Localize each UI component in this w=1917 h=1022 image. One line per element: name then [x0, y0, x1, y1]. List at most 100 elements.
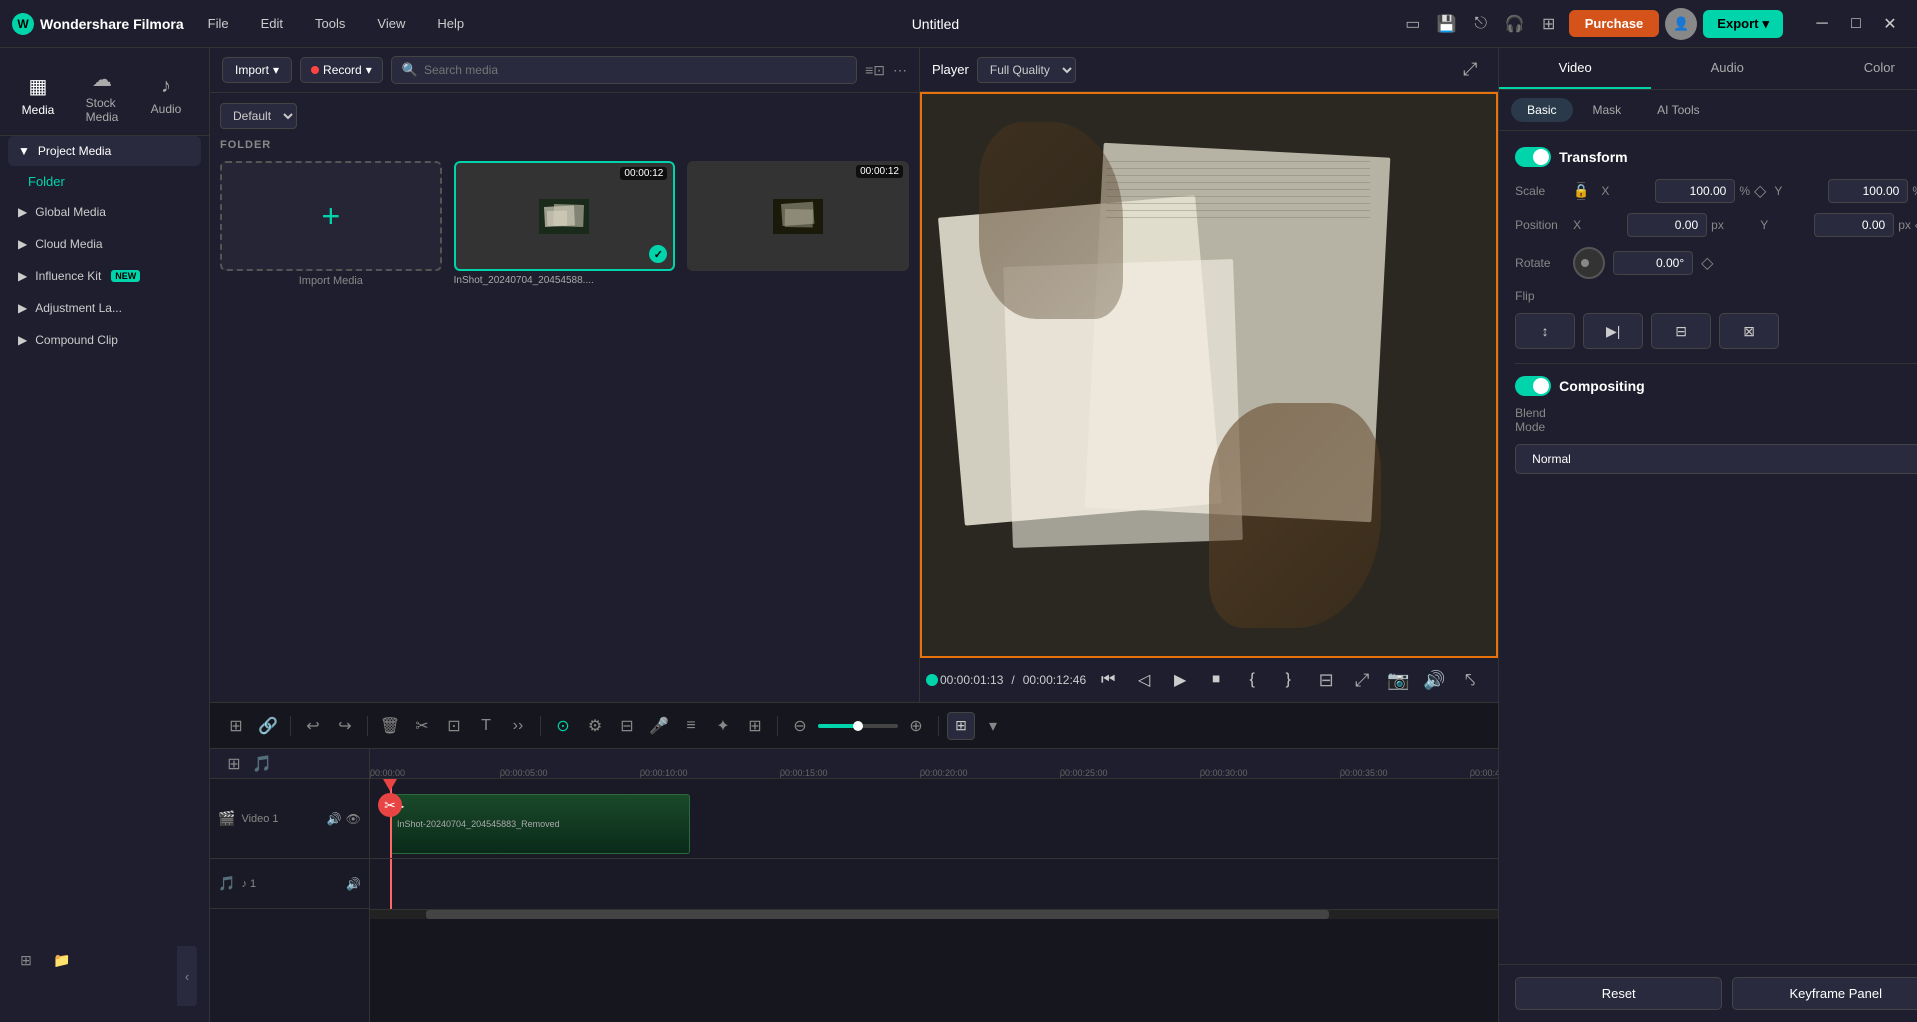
sidebar-item-cloud-media[interactable]: ▶ Cloud Media [8, 229, 201, 259]
menu-help[interactable]: Help [429, 12, 472, 35]
user-avatar[interactable]: 👤 [1665, 8, 1697, 40]
sidebar-item-compound-clip[interactable]: ▶ Compound Clip [8, 325, 201, 355]
stop-button[interactable]: ⏹ [1202, 666, 1230, 694]
zoom-out-button[interactable]: ⊖ [786, 712, 814, 740]
sidebar-item-influence-kit[interactable]: ▶ Influence Kit NEW [8, 261, 201, 291]
redo-button[interactable]: ↪ [331, 712, 359, 740]
screen-icon[interactable]: ▭ [1399, 10, 1427, 38]
menu-view[interactable]: View [369, 12, 413, 35]
sort-select[interactable]: Default [220, 103, 297, 129]
ai-button[interactable]: ✦ [709, 712, 737, 740]
close-button[interactable]: ✕ [1875, 9, 1905, 39]
video-clip[interactable]: ▶ InShot-20240704_204545883_Removed [390, 794, 690, 854]
flip-v-button[interactable]: ▶| [1583, 313, 1643, 349]
settings-button[interactable]: ⤣ [1454, 664, 1486, 696]
collapse-panel-button[interactable]: ‹ [177, 946, 197, 1006]
pos-y-input[interactable] [1814, 213, 1894, 237]
sidebar-item-folder[interactable]: Folder [8, 168, 201, 195]
save-icon[interactable]: 💾 [1433, 10, 1461, 38]
export-button[interactable]: Export ▾ [1703, 10, 1783, 38]
timeline-scrollbar[interactable] [370, 909, 1498, 919]
undo-button[interactable]: ↩ [299, 712, 327, 740]
add-track-button[interactable]: ⊞ [222, 712, 250, 740]
mark-out-button[interactable]: } [1274, 666, 1302, 694]
voice-button[interactable]: ≡ [677, 712, 705, 740]
text-button[interactable]: T [472, 712, 500, 740]
pos-x-input[interactable] [1627, 213, 1707, 237]
add-video-track-button[interactable]: ⊞ [222, 752, 246, 776]
new-folder-icon[interactable]: ⊞ [12, 946, 40, 974]
to-timeline-button[interactable]: ⊟ [1310, 664, 1342, 696]
mark-in-button[interactable]: { [1238, 666, 1266, 694]
import-folder-icon[interactable]: 📁 [48, 946, 76, 974]
share-icon[interactable]: ⎋ [1467, 10, 1495, 38]
flip-h-button[interactable]: ↕ [1515, 313, 1575, 349]
track-volume-icon[interactable]: 🔊 [327, 812, 342, 826]
tab-stock-media[interactable]: ☁ Stock Media [72, 59, 132, 132]
tab-titles[interactable]: T Titles [200, 67, 209, 124]
record-button[interactable]: Record ▾ [300, 57, 383, 83]
media-item-clip2[interactable]: 00:00:12 [687, 161, 909, 287]
lock-icon[interactable]: 🔒 [1573, 183, 1589, 199]
grid-arrow-button[interactable]: ▾ [979, 712, 1007, 740]
scale-y-input[interactable] [1828, 179, 1908, 203]
zoom-in-button[interactable]: ⊕ [902, 712, 930, 740]
zoom-bar[interactable] [818, 724, 898, 728]
tab-media[interactable]: ▦ Media [8, 66, 68, 125]
layout-icon[interactable]: ⊞ [1535, 10, 1563, 38]
link-button[interactable]: 🔗 [254, 712, 282, 740]
multi-button[interactable]: ⊞ [741, 712, 769, 740]
tab-color[interactable]: Color [1803, 48, 1917, 89]
sidebar-item-adjustment[interactable]: ▶ Adjustment La... [8, 293, 201, 323]
minimize-button[interactable]: ─ [1807, 9, 1837, 39]
play-button[interactable]: ▶ [1166, 666, 1194, 694]
scale-x-keyframe[interactable]: ◇ [1754, 181, 1766, 201]
keyframe-panel-button[interactable]: Keyframe Panel [1732, 977, 1917, 1010]
audio-mute-icon[interactable]: 🔊 [346, 877, 361, 891]
tab-audio-panel[interactable]: Audio [1651, 48, 1803, 89]
sub-tab-mask[interactable]: Mask [1577, 98, 1638, 122]
sidebar-item-project-media[interactable]: ▼ Project Media [8, 136, 201, 166]
delete-button[interactable]: 🗑 [376, 712, 404, 740]
add-audio-track-button[interactable]: 🎵 [250, 752, 274, 776]
sub-tab-ai-tools[interactable]: AI Tools [1641, 98, 1715, 122]
step-back-button[interactable]: ◁ [1130, 666, 1158, 694]
tab-audio[interactable]: ♪ Audio [136, 67, 196, 124]
scale-x-input[interactable] [1655, 179, 1735, 203]
compositing-toggle[interactable] [1515, 376, 1551, 396]
flip-3-button[interactable]: ⊟ [1651, 313, 1711, 349]
blend-button[interactable]: ⊟ [613, 712, 641, 740]
flip-4-button[interactable]: ⊠ [1719, 313, 1779, 349]
audio-button[interactable]: 🔊 [1418, 664, 1450, 696]
filter-icon[interactable]: ≡⊡ [865, 62, 885, 79]
rewind-button[interactable]: ⏮ [1094, 666, 1122, 694]
tab-video[interactable]: Video [1499, 48, 1651, 89]
menu-tools[interactable]: Tools [307, 12, 353, 35]
fullscreen2-button[interactable]: ⤢ [1346, 664, 1378, 696]
more-tl-button[interactable]: ›› [504, 712, 532, 740]
rotate-input[interactable] [1613, 251, 1693, 275]
grid-view-button[interactable]: ⊞ [947, 712, 975, 740]
snap-button[interactable]: ⚙ [581, 712, 609, 740]
import-button[interactable]: Import ▾ [222, 57, 292, 83]
snapshot-button[interactable]: 📷 [1382, 664, 1414, 696]
sub-tab-basic[interactable]: Basic [1511, 98, 1572, 122]
headphones-icon[interactable]: 🎧 [1501, 10, 1529, 38]
menu-file[interactable]: File [200, 12, 237, 35]
media-item-clip1[interactable]: 00:00:12 ✓ InShot_20240704_20454588.... [454, 161, 676, 287]
fullscreen-icon[interactable]: ⤢ [1454, 54, 1486, 86]
mark-button[interactable]: ⊙ [549, 712, 577, 740]
sidebar-item-global-media[interactable]: ▶ Global Media [8, 197, 201, 227]
search-input[interactable] [424, 63, 846, 77]
quality-select[interactable]: Full Quality [977, 57, 1076, 83]
purchase-button[interactable]: Purchase [1569, 10, 1660, 37]
rotate-circle[interactable] [1573, 247, 1605, 279]
reset-button[interactable]: Reset [1515, 977, 1722, 1010]
mic-button[interactable]: 🎤 [645, 712, 673, 740]
menu-edit[interactable]: Edit [253, 12, 291, 35]
track-eye-icon[interactable]: 👁 [346, 812, 361, 826]
more-options-icon[interactable]: ⋯ [893, 62, 907, 79]
transform-toggle[interactable] [1515, 147, 1551, 167]
import-media-slot[interactable]: + Import Media [220, 161, 442, 287]
maximize-button[interactable]: □ [1841, 9, 1871, 39]
